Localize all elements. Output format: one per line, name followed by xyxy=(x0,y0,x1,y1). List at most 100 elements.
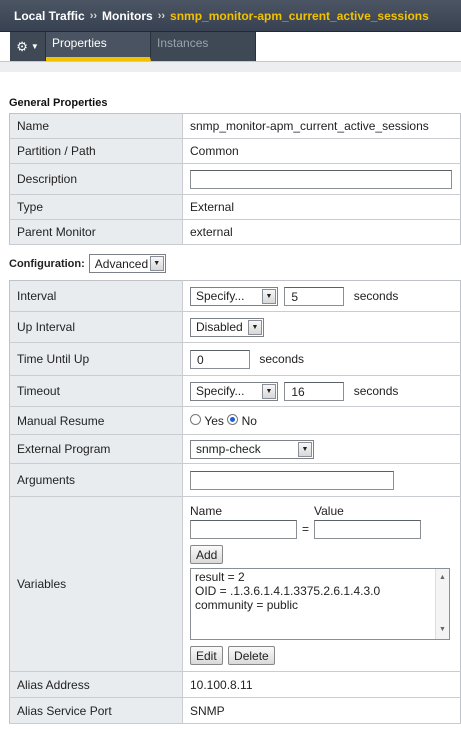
manual-resume-yes-radio[interactable] xyxy=(190,414,201,426)
parent-monitor-label: Parent Monitor xyxy=(9,219,183,245)
description-label: Description xyxy=(9,163,183,195)
time-until-up-unit: seconds xyxy=(259,352,305,366)
arguments-cell xyxy=(182,463,461,497)
tab-properties[interactable]: Properties xyxy=(46,32,151,61)
up-interval-value: Disabled xyxy=(196,320,243,334)
manual-resume-cell: Yes No xyxy=(182,406,461,435)
table-row: Timeout Specify... ▼ 16 seconds xyxy=(9,375,461,407)
general-properties-table: Name snmp_monitor-apm_current_active_ses… xyxy=(9,113,461,245)
variables-list[interactable]: result = 2 OID = .1.3.6.1.4.1.3375.2.6.1… xyxy=(190,567,450,640)
table-row: Name snmp_monitor-apm_current_active_ses… xyxy=(9,113,461,139)
table-row: Description xyxy=(9,163,461,195)
scroll-down-icon: ▼ xyxy=(439,625,446,633)
configuration-table: Interval Specify... ▼ 5 seconds Up Inter… xyxy=(9,280,461,724)
tab-underline xyxy=(0,61,461,72)
arguments-label: Arguments xyxy=(9,463,183,497)
timeout-mode-select[interactable]: Specify... ▼ xyxy=(190,381,278,401)
parent-monitor-value: external xyxy=(182,219,461,245)
up-interval-cell: Disabled ▼ xyxy=(182,311,461,343)
variable-name-header: Name xyxy=(190,503,223,518)
arguments-input[interactable] xyxy=(190,470,394,490)
description-cell xyxy=(182,163,461,195)
variable-equals: = xyxy=(302,522,310,536)
tab-instances[interactable]: Instances xyxy=(151,32,256,61)
interval-mode-select[interactable]: Specify... ▼ xyxy=(190,286,278,306)
timeout-cell: Specify... ▼ 16 seconds xyxy=(182,375,461,407)
chevron-down-icon: ▼ xyxy=(149,256,164,271)
chevron-down-icon: ▼ xyxy=(248,319,262,335)
variables-headers: Name Value xyxy=(190,504,460,518)
up-interval-select[interactable]: Disabled ▼ xyxy=(190,317,264,337)
variables-label: Variables xyxy=(9,496,183,672)
breadcrumb-separator: ›› xyxy=(89,9,98,22)
configuration-title: Configuration: xyxy=(9,257,85,270)
time-until-up-label: Time Until Up xyxy=(9,342,183,376)
gear-icon: ⚙ xyxy=(16,38,28,54)
table-row: Variables Name Value = Add result = 2 OI… xyxy=(9,496,461,672)
timeout-input[interactable]: 16 xyxy=(284,381,345,401)
type-label: Type xyxy=(9,194,183,220)
variables-scrollbar[interactable]: ▲ ▼ xyxy=(435,568,449,639)
breadcrumb-monitors[interactable]: Monitors xyxy=(102,9,153,23)
alias-port-label: Alias Service Port xyxy=(9,697,183,724)
variable-name-input[interactable] xyxy=(190,519,297,539)
partition-value: Common xyxy=(182,138,461,164)
interval-label: Interval xyxy=(9,280,183,312)
timeout-label: Timeout xyxy=(9,375,183,407)
external-program-select[interactable]: snmp-check ▼ xyxy=(190,439,314,459)
name-label: Name xyxy=(9,113,183,139)
tab-bar: ⚙ ▼ Properties Instances xyxy=(10,32,256,61)
table-row: Alias Address 10.100.8.11 xyxy=(9,671,461,698)
configuration-mode-value: Advanced xyxy=(94,256,149,271)
partition-label: Partition / Path xyxy=(9,138,183,164)
breadcrumb: Local Traffic ›› Monitors ›› snmp_monito… xyxy=(0,0,461,32)
manual-resume-yes-label: Yes xyxy=(204,413,224,428)
variable-value-input[interactable] xyxy=(314,519,422,539)
up-interval-label: Up Interval xyxy=(9,311,183,343)
interval-cell: Specify... ▼ 5 seconds xyxy=(182,280,461,312)
description-input[interactable] xyxy=(190,169,452,189)
alias-port-value: SNMP xyxy=(182,697,461,724)
delete-variable-button[interactable]: Delete xyxy=(228,645,275,665)
configuration-mode-select[interactable]: Advanced ▼ xyxy=(88,254,166,273)
breadcrumb-current: snmp_monitor-apm_current_active_sessions xyxy=(170,8,429,23)
type-value: External xyxy=(182,194,461,220)
list-item[interactable]: result = 2 xyxy=(195,570,445,584)
breadcrumb-local-traffic[interactable]: Local Traffic xyxy=(14,9,85,23)
table-row: Parent Monitor external xyxy=(9,219,461,245)
interval-mode-value: Specify... xyxy=(196,289,245,303)
variables-inputs: = xyxy=(190,519,460,539)
list-item[interactable]: OID = .1.3.6.1.4.1.3375.2.6.1.4.3.0 xyxy=(195,584,445,598)
table-row: Manual Resume Yes No xyxy=(9,406,461,435)
variables-actions: Edit Delete xyxy=(190,645,460,665)
general-properties-title: General Properties xyxy=(9,97,108,109)
table-row: Arguments xyxy=(9,463,461,497)
gear-menu-button[interactable]: ⚙ ▼ xyxy=(10,32,46,61)
alias-address-value: 10.100.8.11 xyxy=(182,671,461,698)
scroll-up-icon: ▲ xyxy=(439,573,446,581)
external-program-label: External Program xyxy=(9,434,183,464)
table-row: Up Interval Disabled ▼ xyxy=(9,311,461,343)
manual-resume-no-radio[interactable] xyxy=(227,414,239,426)
table-row: Type External xyxy=(9,194,461,220)
configuration-header: Configuration: Advanced ▼ xyxy=(9,254,166,273)
external-program-cell: snmp-check ▼ xyxy=(182,434,461,464)
interval-input[interactable]: 5 xyxy=(284,286,345,306)
alias-address-label: Alias Address xyxy=(9,671,183,698)
breadcrumb-separator: ›› xyxy=(157,9,166,22)
table-row: Alias Service Port SNMP xyxy=(9,697,461,724)
external-program-value: snmp-check xyxy=(196,442,261,456)
list-item[interactable]: community = public xyxy=(195,598,445,612)
table-row: Time Until Up 0 seconds xyxy=(9,342,461,376)
manual-resume-no-label: No xyxy=(241,413,257,428)
interval-unit: seconds xyxy=(353,289,399,303)
edit-variable-button[interactable]: Edit xyxy=(190,645,223,665)
variable-value-header: Value xyxy=(314,503,344,518)
chevron-down-icon: ▼ xyxy=(298,441,312,457)
time-until-up-input[interactable]: 0 xyxy=(190,349,250,369)
timeout-unit: seconds xyxy=(353,384,399,398)
add-variable-button[interactable]: Add xyxy=(190,544,224,564)
table-row: External Program snmp-check ▼ xyxy=(9,434,461,464)
table-row: Interval Specify... ▼ 5 seconds xyxy=(9,280,461,312)
timeout-mode-value: Specify... xyxy=(196,384,245,398)
